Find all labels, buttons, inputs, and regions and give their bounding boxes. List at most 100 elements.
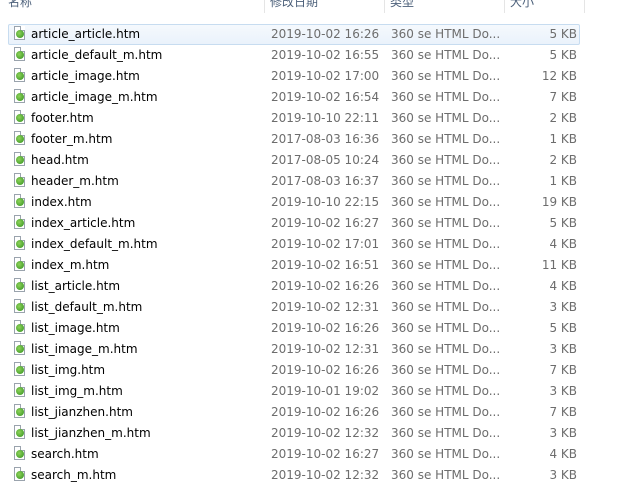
file-row[interactable]: article_image.htm 2019-10-02 17:00 360 se … xyxy=(0,66,636,87)
file-type: 360 se HTML Do... xyxy=(391,279,501,293)
file-size: 4 KB xyxy=(549,237,577,251)
html-document-icon xyxy=(14,173,25,187)
file-type: 360 se HTML Do... xyxy=(391,48,501,62)
file-size: 5 KB xyxy=(549,27,577,41)
file-date-modified: 2017-08-05 10:24 xyxy=(271,153,380,167)
file-row[interactable]: article_default_m.htm 2019-10-02 16:55 360… xyxy=(0,45,636,66)
column-header-size[interactable]: 大小 xyxy=(510,0,580,13)
file-size: 3 KB xyxy=(549,342,577,356)
file-name: list_default_m.htm xyxy=(31,300,143,314)
file-size: 1 KB xyxy=(549,132,577,146)
file-name: list_jianzhen.htm xyxy=(31,405,133,419)
file-size: 5 KB xyxy=(549,216,577,230)
file-type: 360 se HTML Do... xyxy=(391,342,501,356)
file-row[interactable]: list_image_m.htm 2019-10-02 12:31 360 se H… xyxy=(0,339,636,360)
column-header-type[interactable]: 类型 xyxy=(390,0,500,13)
file-type: 360 se HTML Do... xyxy=(391,258,501,272)
html-document-icon xyxy=(14,341,25,355)
file-size: 2 KB xyxy=(549,111,577,125)
file-name: index.htm xyxy=(31,195,92,209)
file-name: search.htm xyxy=(31,447,99,461)
file-row[interactable]: list_jianzhen_m.htm 2019-10-02 12:32 360 s… xyxy=(0,423,636,444)
file-name: index_m.htm xyxy=(31,258,110,272)
html-document-icon xyxy=(14,236,25,250)
html-document-icon xyxy=(14,257,25,271)
column-header-bar: 名称 修改日期 类型 大小 xyxy=(0,0,636,13)
file-size: 11 KB xyxy=(541,258,577,272)
file-name: list_img.htm xyxy=(31,363,106,377)
file-date-modified: 2017-08-03 16:37 xyxy=(271,174,380,188)
file-date-modified: 2019-10-02 16:26 xyxy=(271,27,380,41)
html-document-icon xyxy=(14,47,25,61)
file-row[interactable]: index.htm 2019-10-10 22:15 360 se HTML Do.… xyxy=(0,192,636,213)
file-row[interactable]: footer_m.htm 2017-08-03 16:36 360 se HTML … xyxy=(0,129,636,150)
column-divider[interactable] xyxy=(264,0,265,13)
html-document-icon xyxy=(14,89,25,103)
html-document-icon xyxy=(14,446,25,460)
file-date-modified: 2019-10-02 16:27 xyxy=(271,447,380,461)
column-divider[interactable] xyxy=(504,0,505,13)
file-row[interactable]: list_image.htm 2019-10-02 16:26 360 se HTM… xyxy=(0,318,636,339)
file-date-modified: 2019-10-10 22:15 xyxy=(271,195,380,209)
file-size: 4 KB xyxy=(549,447,577,461)
file-row[interactable]: list_img.htm 2019-10-02 16:26 360 se HTML … xyxy=(0,360,636,381)
file-row[interactable]: search_m.htm 2019-10-02 12:32 360 se HTML … xyxy=(0,465,636,486)
file-size: 5 KB xyxy=(549,48,577,62)
file-size: 3 KB xyxy=(549,426,577,440)
file-size: 2 KB xyxy=(549,153,577,167)
html-document-icon xyxy=(14,152,25,166)
file-type: 360 se HTML Do... xyxy=(391,237,501,251)
file-row[interactable]: list_article.htm 2019-10-02 16:26 360 se H… xyxy=(0,276,636,297)
file-name: article_article.htm xyxy=(31,27,141,41)
file-name: footer_m.htm xyxy=(31,132,113,146)
file-type: 360 se HTML Do... xyxy=(391,153,501,167)
file-size: 3 KB xyxy=(549,384,577,398)
file-type: 360 se HTML Do... xyxy=(391,447,501,461)
file-type: 360 se HTML Do... xyxy=(391,27,501,41)
file-type: 360 se HTML Do... xyxy=(391,111,501,125)
file-name: list_article.htm xyxy=(31,279,121,293)
html-document-icon xyxy=(14,68,25,82)
file-type: 360 se HTML Do... xyxy=(391,90,501,104)
file-name: article_default_m.htm xyxy=(31,48,163,62)
file-name: header_m.htm xyxy=(31,174,119,188)
html-document-icon xyxy=(14,26,25,40)
html-document-icon xyxy=(14,278,25,292)
column-header-name[interactable]: 名称 xyxy=(8,0,258,13)
html-document-icon xyxy=(14,131,25,145)
file-row[interactable]: article_image_m.htm 2019-10-02 16:54 360 s… xyxy=(0,87,636,108)
file-name: article_image.htm xyxy=(31,69,140,83)
file-date-modified: 2017-08-03 16:36 xyxy=(271,132,380,146)
html-document-icon xyxy=(14,299,25,313)
html-document-icon xyxy=(14,362,25,376)
file-type: 360 se HTML Do... xyxy=(391,468,501,482)
column-divider[interactable] xyxy=(584,0,585,13)
file-row[interactable]: list_default_m.htm 2019-10-02 12:31 360 se… xyxy=(0,297,636,318)
file-type: 360 se HTML Do... xyxy=(391,174,501,188)
file-size: 1 KB xyxy=(549,174,577,188)
file-date-modified: 2019-10-02 16:51 xyxy=(271,258,380,272)
file-row[interactable]: list_jianzhen.htm 2019-10-02 16:26 360 se … xyxy=(0,402,636,423)
column-divider[interactable] xyxy=(384,0,385,13)
file-row[interactable]: header_m.htm 2017-08-03 16:37 360 se HTML … xyxy=(0,171,636,192)
file-row[interactable]: footer.htm 2019-10-10 22:11 360 se HTML Do… xyxy=(0,108,636,129)
column-header-date[interactable]: 修改日期 xyxy=(270,0,380,13)
file-row[interactable]: head.htm 2017-08-05 10:24 360 se HTML Do..… xyxy=(0,150,636,171)
file-row[interactable]: index_article.htm 2019-10-02 16:27 360 se … xyxy=(0,213,636,234)
file-row[interactable]: article_article.htm 2019-10-02 16:26 360 s… xyxy=(0,24,636,45)
html-document-icon xyxy=(14,404,25,418)
file-size: 3 KB xyxy=(549,468,577,482)
file-date-modified: 2019-10-02 16:26 xyxy=(271,363,380,377)
file-type: 360 se HTML Do... xyxy=(391,132,501,146)
file-date-modified: 2019-10-02 16:26 xyxy=(271,279,380,293)
file-row[interactable]: index_default_m.htm 2019-10-02 17:01 360 s… xyxy=(0,234,636,255)
html-document-icon xyxy=(14,467,25,481)
file-date-modified: 2019-10-02 12:31 xyxy=(271,342,380,356)
file-date-modified: 2019-10-02 16:54 xyxy=(271,90,380,104)
file-date-modified: 2019-10-02 12:31 xyxy=(271,300,380,314)
file-row[interactable]: index_m.htm 2019-10-02 16:51 360 se HTML D… xyxy=(0,255,636,276)
file-row[interactable]: list_img_m.htm 2019-10-01 19:02 360 se HTM… xyxy=(0,381,636,402)
file-type: 360 se HTML Do... xyxy=(391,69,501,83)
file-row[interactable]: search.htm 2019-10-02 16:27 360 se HTML Do… xyxy=(0,444,636,465)
html-document-icon xyxy=(14,383,25,397)
